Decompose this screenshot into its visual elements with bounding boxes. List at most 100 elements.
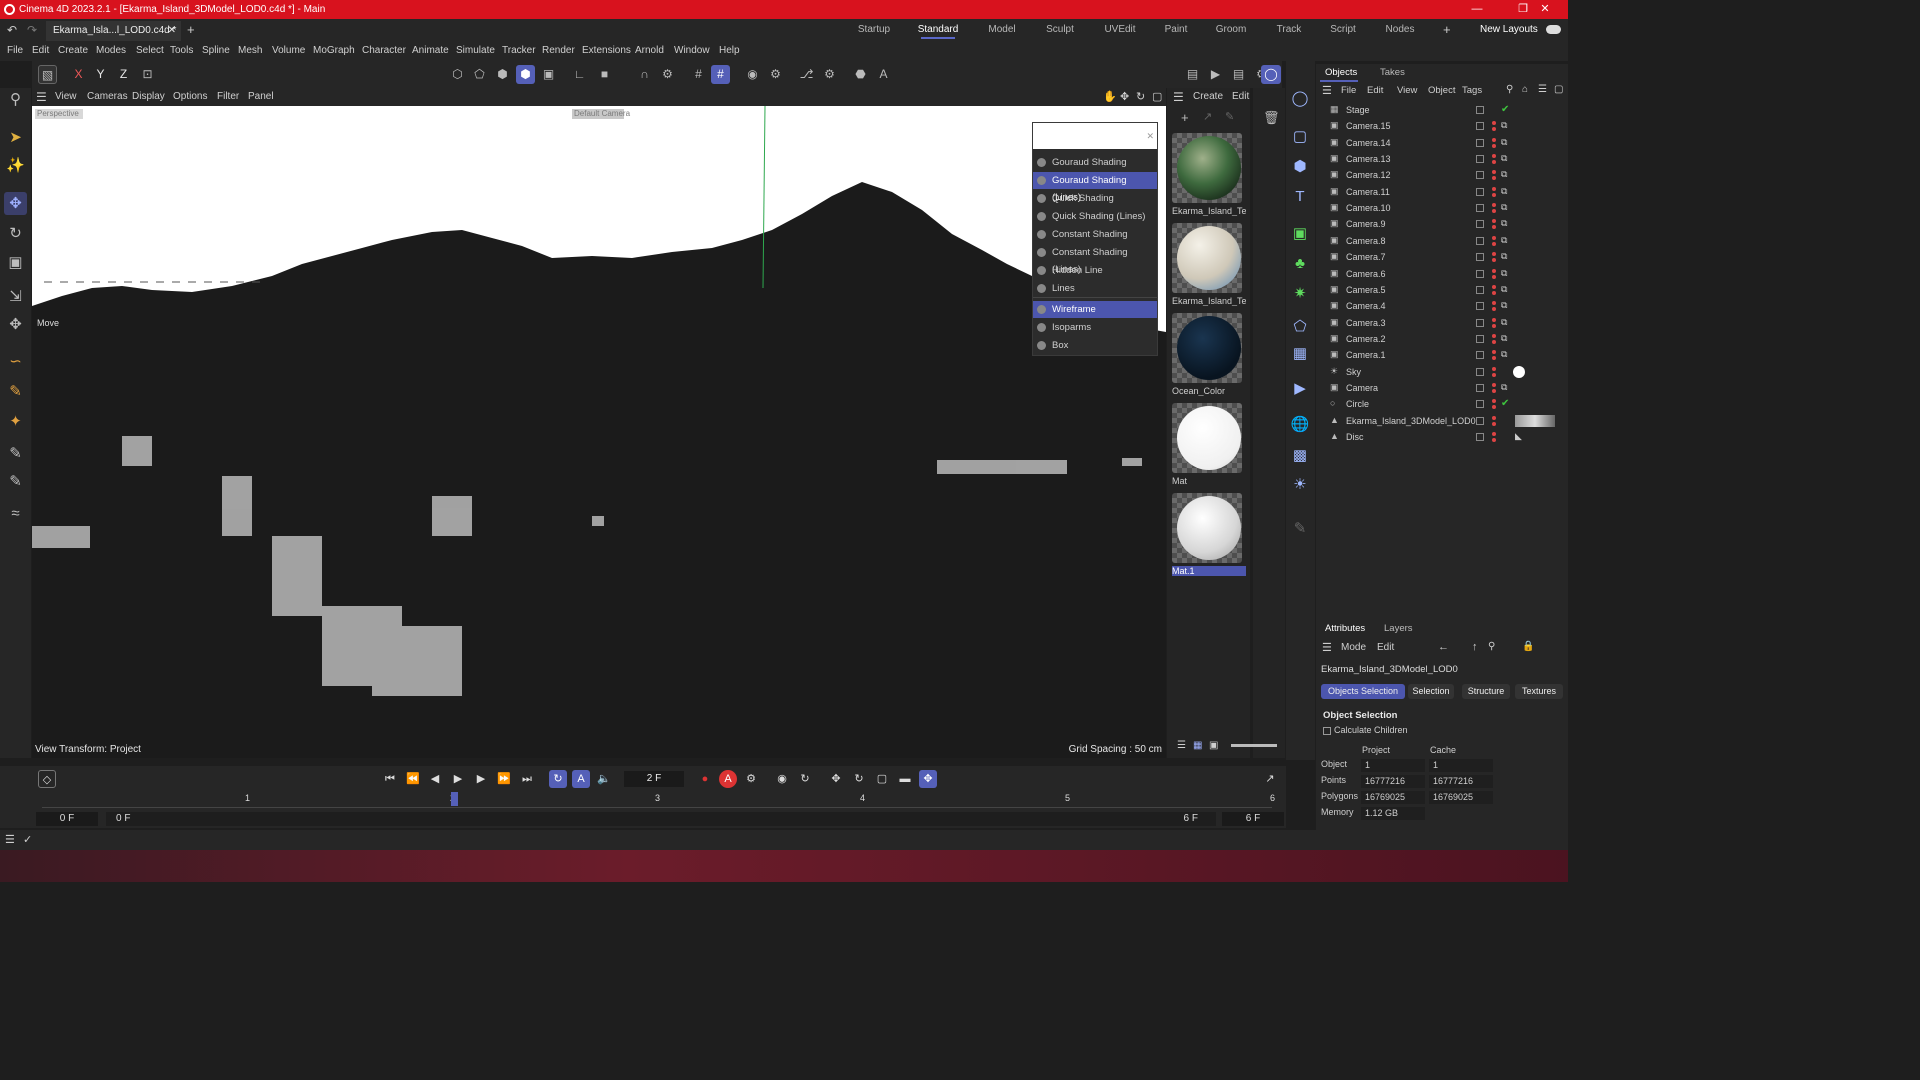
model-mode-icon[interactable]: ⬢ [516,65,535,84]
redshift-ipr-icon[interactable]: ◯ [1261,65,1281,84]
render-dot[interactable] [1492,225,1496,230]
z-axis-toggle[interactable]: Z [114,65,133,84]
object-row[interactable]: ☀ Sky [1316,364,1568,380]
previous-key-icon[interactable]: ⏪ [404,770,422,788]
home-icon[interactable]: ⌂ [1522,84,1528,95]
protection-tag-icon[interactable]: ⧉ [1501,137,1510,147]
select-tool-icon[interactable]: ➤ [4,126,27,149]
editor-visibility-toggle[interactable] [1476,171,1484,180]
y-axis-toggle[interactable]: Y [91,65,110,84]
attr-menu-mode[interactable]: Mode [1341,642,1366,653]
shading-item[interactable]: Hidden Line [1033,262,1157,279]
brush-tool-icon[interactable]: ✎ [4,442,27,465]
close-document-icon[interactable]: ✕ [168,21,176,41]
attr-menu-edit[interactable]: Edit [1377,642,1394,653]
render-dot[interactable] [1492,160,1496,165]
key-param-icon[interactable]: ↻ [850,770,868,788]
key-pla-icon[interactable]: ▢ [873,770,891,788]
start-frame-field[interactable]: 0 F [36,812,98,826]
render-dot[interactable] [1492,438,1496,442]
auto-key-icon[interactable]: A [874,65,893,84]
protection-tag-icon[interactable]: ⧉ [1501,333,1510,343]
play-icon[interactable]: ▶ [449,770,467,788]
editor-visibility-toggle[interactable] [1476,302,1484,311]
texture-tag-icon[interactable]: ◣ [1515,432,1524,441]
render-to-picture-viewer-icon[interactable]: ▤ [1229,65,1248,84]
pan-view-icon[interactable]: ✋ [1103,88,1117,106]
viewport-menu-filter[interactable]: Filter [217,88,239,106]
visibility-dot[interactable] [1492,252,1496,257]
material-edit-icon[interactable]: ✎ [1225,110,1234,123]
render-dot[interactable] [1492,192,1496,197]
layout-tab-script[interactable]: Script [1328,19,1358,41]
render-region-icon[interactable]: ◉ [743,65,762,84]
object-row[interactable]: ▣ Camera.15 ⧉ [1316,118,1568,134]
editor-visibility-toggle[interactable] [1476,220,1484,229]
lock-icon[interactable]: 🔒 [1522,641,1534,652]
sculpt-tool-icon[interactable]: ✎ [4,470,27,493]
object-row[interactable]: ▣ Camera.1 ⧉ [1316,347,1568,363]
tab-attributes[interactable]: Attributes [1325,620,1365,638]
shading-item[interactable]: Gouraud Shading (Lines) [1033,172,1157,203]
editor-visibility-toggle[interactable] [1476,187,1484,196]
large-view-icon[interactable]: ▣ [1209,740,1218,751]
camera-create-icon[interactable]: ▩ [1289,445,1311,467]
visibility-dot[interactable] [1492,154,1496,159]
object-row[interactable]: ○ Circle ✔ [1316,396,1568,412]
menu-modes[interactable]: Modes [96,41,126,61]
shading-item[interactable]: Quick Shading [1033,190,1157,207]
enabled-check-icon[interactable]: ✔ [1501,396,1509,412]
menu-tools[interactable]: Tools [170,41,193,61]
visibility-dot[interactable] [1492,121,1496,126]
object-row[interactable]: ▣ Camera.10 ⧉ [1316,200,1568,216]
object-hamburger-icon[interactable]: ☰ [1322,84,1332,97]
protection-tag-icon[interactable]: ⧉ [1501,350,1510,359]
visibility-dot[interactable] [1492,432,1496,436]
enabled-check-icon[interactable]: ✔ [1501,102,1509,118]
coordinate-system-icon[interactable]: ⊡ [138,65,157,84]
protection-tag-icon[interactable]: ⧉ [1501,284,1510,294]
protection-tag-icon[interactable]: ⧉ [1501,186,1510,196]
new-layouts-toggle[interactable] [1546,25,1561,34]
layout-tab-groom[interactable]: Groom [1213,19,1249,41]
object-menu-view[interactable]: View [1397,85,1417,96]
visibility-dot[interactable] [1492,333,1496,338]
editor-visibility-toggle[interactable] [1476,204,1484,213]
grid-snap-icon[interactable]: # [689,65,708,84]
new-document-button[interactable]: + [187,22,195,37]
uv-mode-icon[interactable]: ▣ [539,65,558,84]
new-layouts-label[interactable]: New Layouts [1480,24,1538,35]
render-dot[interactable] [1492,356,1496,361]
editor-visibility-toggle[interactable] [1476,236,1484,245]
visibility-dot[interactable] [1492,284,1496,289]
editor-visibility-toggle[interactable] [1476,318,1484,327]
key-scale-icon[interactable]: ✥ [827,770,845,788]
cube-icon[interactable]: ⬢ [1289,156,1311,178]
menu-edit[interactable]: Edit [32,41,49,61]
protection-tag-icon[interactable]: ⧉ [1501,170,1510,179]
create-object-icon[interactable]: ◯ [1289,88,1311,110]
render-dot[interactable] [1492,405,1496,410]
thumbnail-size-slider[interactable] [1231,744,1277,747]
add-material-icon[interactable]: + [1181,110,1189,125]
spline-sketch-icon[interactable]: ✎ [4,380,27,403]
solo-icon[interactable]: ■ [595,65,614,84]
render-dot[interactable] [1492,323,1496,328]
minimize-button[interactable]: — [1454,0,1500,19]
record-icon[interactable]: ● [696,770,714,788]
protection-tag-icon[interactable]: ⧉ [1501,235,1510,245]
visibility-dot[interactable] [1492,399,1496,404]
menu-help[interactable]: Help [719,41,740,61]
render-dot[interactable] [1492,258,1496,263]
modeling-settings-icon[interactable]: ⚙ [820,65,839,84]
protection-tag-icon[interactable]: ⧉ [1501,268,1510,278]
visibility-dot[interactable] [1492,219,1496,224]
render-dot[interactable] [1492,388,1496,393]
viewport-hamburger-icon[interactable]: ☰ [36,88,47,106]
move-view-icon[interactable]: ✥ [1120,88,1129,106]
object-row[interactable]: ▲ Disc ◣ [1316,429,1568,445]
object-row[interactable]: ▣ Camera.6 ⧉ [1316,266,1568,282]
placement-tool-icon[interactable]: ✥ [4,313,27,336]
viewport-menu-cameras[interactable]: Cameras [87,88,128,106]
effector-icon[interactable]: ✷ [1289,283,1311,305]
